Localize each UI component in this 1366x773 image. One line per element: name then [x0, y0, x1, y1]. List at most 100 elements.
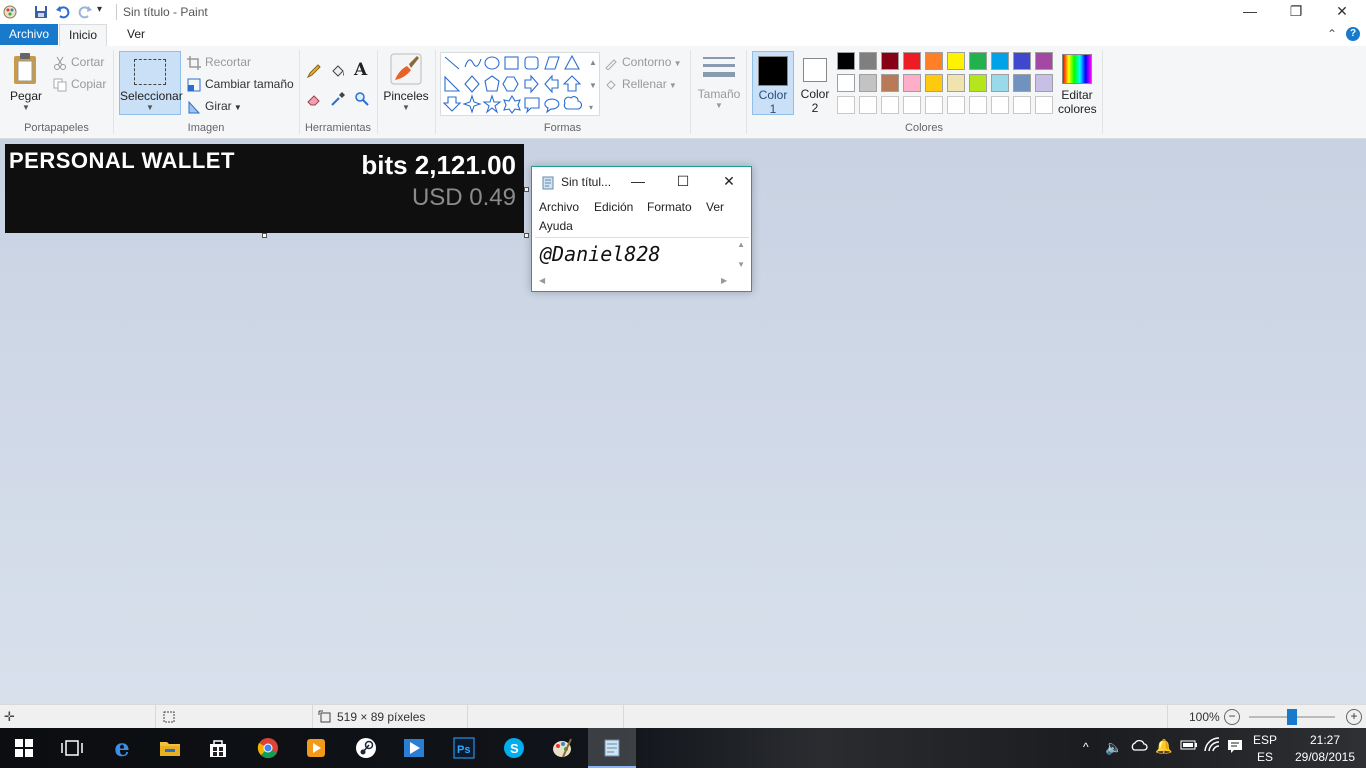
color2-button[interactable]: Color 2 — [797, 51, 833, 115]
minimize-ribbon-icon[interactable]: ⌃ — [1327, 27, 1337, 41]
palette-swatch[interactable] — [837, 52, 855, 70]
custom-color-slot[interactable] — [881, 96, 899, 114]
tab-archivo[interactable]: Archivo — [0, 24, 59, 45]
photoshop-icon[interactable]: Ps — [440, 728, 488, 768]
palette-swatch[interactable] — [947, 52, 965, 70]
custom-color-slot[interactable] — [1013, 96, 1031, 114]
scroll-down-icon[interactable]: ▼ — [737, 260, 745, 269]
onedrive-icon[interactable] — [1130, 738, 1148, 755]
edge-browser-icon[interactable]: e — [98, 728, 146, 768]
start-button[interactable] — [0, 728, 48, 768]
undo-icon[interactable] — [55, 4, 71, 20]
copy-button[interactable]: Copiar — [53, 77, 106, 92]
palette-swatch[interactable] — [881, 52, 899, 70]
palette-swatch[interactable] — [859, 74, 877, 92]
custom-color-slot[interactable] — [969, 96, 987, 114]
clock-time[interactable]: 21:27 — [1305, 733, 1345, 747]
custom-color-slot[interactable] — [925, 96, 943, 114]
scroll-up-icon[interactable]: ▲ — [737, 240, 745, 249]
close-button[interactable]: ✕ — [1319, 0, 1365, 24]
notepad-taskbar-icon[interactable] — [588, 728, 636, 768]
fill-bucket-icon[interactable] — [330, 63, 346, 82]
zoom-out-button[interactable]: − — [1224, 709, 1240, 725]
zoom-slider-thumb[interactable] — [1287, 709, 1297, 725]
color1-button[interactable]: Color 1 — [752, 51, 794, 116]
wifi-icon[interactable] — [1204, 737, 1222, 756]
brushes-button[interactable]: Pinceles ▼ — [382, 52, 430, 116]
outline-button[interactable]: Contorno ▼ — [604, 55, 682, 71]
paste-button[interactable]: Pegar ▼ — [6, 52, 46, 118]
redo-icon[interactable] — [77, 4, 93, 20]
resize-handle-right[interactable] — [524, 187, 529, 192]
resize-button[interactable]: Cambiar tamaño — [187, 77, 294, 92]
notepad-minimize-button[interactable]: — — [628, 171, 648, 191]
steam-icon[interactable] — [342, 728, 390, 768]
fill-button[interactable]: Rellenar ▼ — [604, 77, 677, 92]
palette-swatch[interactable] — [925, 52, 943, 70]
palette-swatch[interactable] — [969, 52, 987, 70]
notepad-menu-formato[interactable]: Formato — [647, 200, 692, 214]
custom-color-slot[interactable] — [859, 96, 877, 114]
custom-color-slot[interactable] — [903, 96, 921, 114]
scroll-right-icon[interactable]: ▶ — [721, 276, 727, 285]
palette-swatch[interactable] — [859, 52, 877, 70]
palette-swatch[interactable] — [881, 74, 899, 92]
resize-handle-corner[interactable] — [524, 233, 529, 238]
help-icon[interactable]: ? — [1346, 27, 1360, 41]
notepad-close-button[interactable]: ✕ — [719, 171, 739, 191]
palette-swatch[interactable] — [903, 74, 921, 92]
zoom-in-button[interactable]: + — [1346, 709, 1362, 725]
notepad-edit-area[interactable]: @Daniel828 ▲ ▼ ◀ ▶ — [535, 237, 749, 290]
clock-date[interactable]: 29/08/2015 — [1290, 750, 1360, 764]
keyboard-layout[interactable]: ES — [1257, 750, 1273, 764]
show-hidden-icons[interactable]: ^ — [1083, 740, 1089, 754]
palette-swatch[interactable] — [991, 74, 1009, 92]
eraser-icon[interactable] — [306, 91, 322, 110]
canvas-image[interactable]: PERSONAL WALLET bits 2,121.00 USD 0.49 — [5, 144, 524, 233]
battery-icon[interactable] — [1180, 739, 1198, 754]
restore-button[interactable]: ❐ — [1273, 0, 1319, 24]
media-player-icon[interactable] — [292, 728, 340, 768]
palette-swatch[interactable] — [947, 74, 965, 92]
notification-bell-icon[interactable]: 🔔 — [1155, 738, 1172, 755]
chrome-icon[interactable] — [244, 728, 292, 768]
paint-app-icon[interactable] — [2, 4, 18, 20]
palette-swatch[interactable] — [903, 52, 921, 70]
edit-colors-button[interactable]: Editar colores — [1058, 52, 1097, 116]
select-button[interactable]: Seleccionar ▼ — [119, 51, 183, 115]
volume-icon[interactable]: 🔈 — [1105, 739, 1122, 756]
tab-ver[interactable]: Ver — [118, 24, 154, 45]
paint-taskbar-icon[interactable] — [538, 728, 586, 768]
notepad-menu-ver[interactable]: Ver — [706, 200, 724, 214]
palette-swatch[interactable] — [1035, 74, 1053, 92]
color-picker-icon[interactable] — [330, 91, 346, 110]
crop-button[interactable]: Recortar — [187, 55, 251, 70]
customize-toolbar-icon[interactable]: ▾ — [97, 4, 113, 20]
palette-swatch[interactable] — [837, 74, 855, 92]
store-icon[interactable] — [194, 728, 242, 768]
cut-button[interactable]: Cortar — [53, 55, 104, 70]
task-view-button[interactable] — [48, 728, 96, 768]
notepad-window[interactable]: Sin títul... — ☐ ✕ Archivo Edición Forma… — [531, 166, 752, 292]
text-tool-icon[interactable]: A — [354, 60, 367, 80]
magnifier-icon[interactable] — [354, 91, 370, 110]
custom-color-slot[interactable] — [947, 96, 965, 114]
palette-swatch[interactable] — [1013, 52, 1031, 70]
notepad-menu-ayuda[interactable]: Ayuda — [539, 219, 573, 233]
palette-swatch[interactable] — [1013, 74, 1031, 92]
skype-icon[interactable]: S — [490, 728, 538, 768]
file-explorer-icon[interactable] — [146, 728, 194, 768]
notepad-menu-edicion[interactable]: Edición — [594, 200, 633, 214]
palette-swatch[interactable] — [1035, 52, 1053, 70]
custom-color-slot[interactable] — [991, 96, 1009, 114]
rotate-button[interactable]: Girar ▼ — [187, 99, 242, 114]
play-app-icon[interactable] — [390, 728, 438, 768]
scroll-left-icon[interactable]: ◀ — [539, 276, 545, 285]
resize-handle-bottom[interactable] — [262, 233, 267, 238]
palette-swatch[interactable] — [925, 74, 943, 92]
palette-swatch[interactable] — [969, 74, 987, 92]
language-code[interactable]: ESP — [1253, 733, 1277, 747]
size-button[interactable]: Tamaño ▼ — [697, 54, 741, 118]
save-icon[interactable] — [33, 4, 49, 20]
notepad-menu-archivo[interactable]: Archivo — [539, 200, 579, 214]
